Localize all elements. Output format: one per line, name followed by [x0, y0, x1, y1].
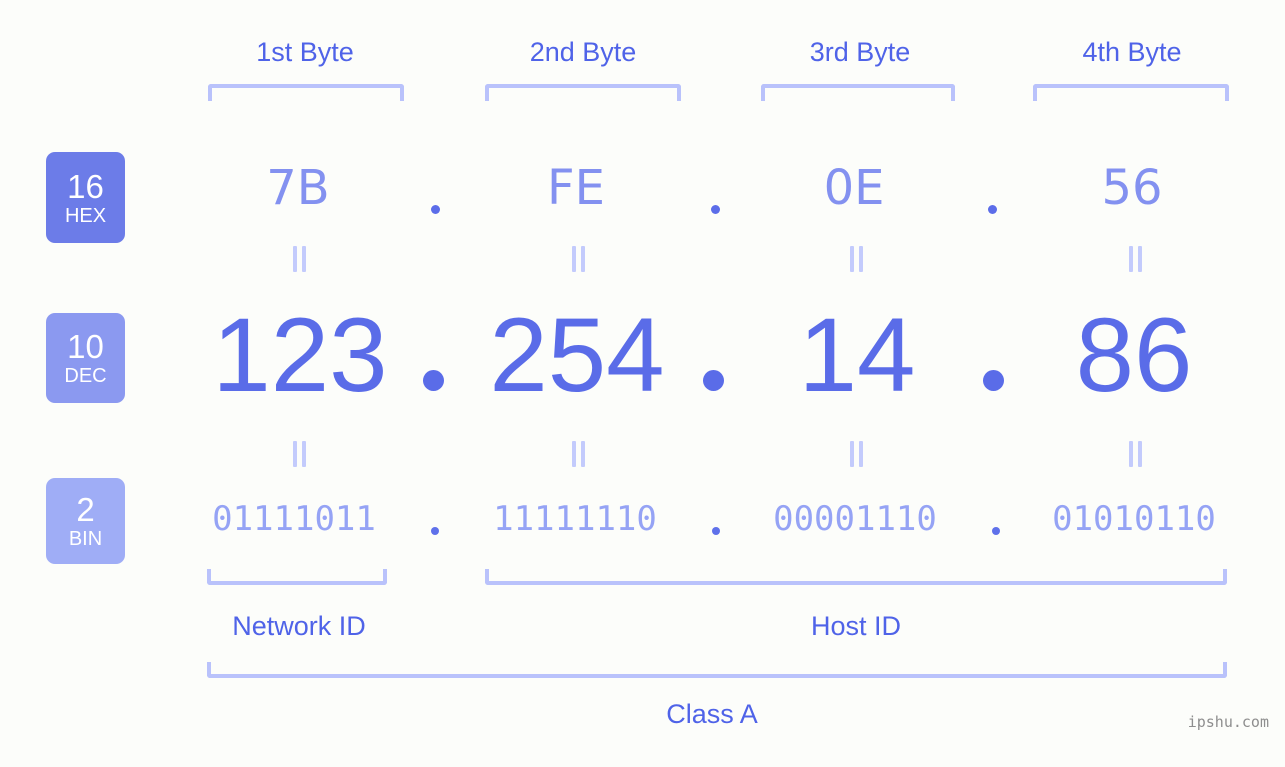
- byte-label-4: 4th Byte: [1082, 37, 1182, 67]
- label-host-id: Host ID: [810, 611, 902, 641]
- bracket-byte-3: [761, 84, 955, 101]
- bracket-host-id: [485, 569, 1227, 585]
- label-class: Class A: [666, 699, 758, 729]
- hex-dot-3: [988, 205, 997, 214]
- bin-value-1: 01111011: [212, 499, 376, 539]
- badge-bin-base: 2: [76, 491, 95, 528]
- badge-dec-base: 10: [67, 328, 104, 365]
- equals-icon-hex-dec-3: [847, 246, 865, 272]
- bin-value-4: 01010110: [1052, 499, 1216, 539]
- badge-hex-name: HEX: [64, 204, 107, 227]
- bin-dot-1: [431, 527, 439, 535]
- byte-label-2: 2nd Byte: [529, 37, 637, 67]
- badge-hex-base: 16: [67, 167, 104, 205]
- dec-dot-3: [983, 370, 1004, 391]
- dec-value-1: 123: [212, 297, 388, 414]
- dec-value-2: 254: [489, 297, 665, 414]
- badge-bin: 2 BIN: [46, 478, 125, 564]
- label-network-id: Network ID: [232, 611, 366, 641]
- hex-value-2: FE: [547, 160, 605, 216]
- bracket-network-id: [207, 569, 387, 585]
- dec-value-3: 14: [798, 297, 916, 414]
- hex-dot-2: [711, 205, 720, 214]
- equals-icon-dec-bin-1: [290, 441, 308, 467]
- equals-icon-hex-dec-1: [290, 246, 308, 272]
- equals-icon-dec-bin-2: [569, 441, 587, 467]
- bin-dot-2: [712, 527, 720, 535]
- bracket-byte-1: [208, 84, 404, 101]
- equals-icon-hex-dec-4: [1126, 246, 1144, 272]
- dec-dot-1: [423, 370, 444, 391]
- dec-value-4: 86: [1075, 297, 1193, 414]
- bin-value-2: 11111110: [493, 499, 657, 539]
- equals-icon-dec-bin-4: [1126, 441, 1144, 467]
- watermark: ipshu.com: [1187, 713, 1269, 731]
- hex-value-1: 7B: [266, 160, 330, 216]
- dec-dot-2: [703, 370, 724, 391]
- bracket-byte-4: [1033, 84, 1229, 101]
- badge-dec-name: DEC: [64, 365, 107, 387]
- bin-dot-3: [992, 527, 1000, 535]
- bracket-class: [207, 662, 1227, 678]
- byte-label-3: 3rd Byte: [809, 37, 911, 67]
- byte-label-1: 1st Byte: [256, 37, 354, 67]
- ip-breakdown-diagram: 16 HEX 10 DEC 2 BIN 1st Byte 2nd Byte 3r…: [0, 0, 1285, 767]
- bin-value-3: 00001110: [773, 499, 937, 539]
- equals-icon-dec-bin-3: [847, 441, 865, 467]
- bracket-byte-2: [485, 84, 681, 101]
- hex-value-4: 56: [1101, 160, 1163, 216]
- badge-bin-name: BIN: [68, 528, 103, 550]
- hex-dot-1: [431, 205, 440, 214]
- equals-icon-hex-dec-2: [569, 246, 587, 272]
- hex-value-3: 0E: [823, 160, 885, 216]
- badge-hex: 16 HEX: [46, 152, 125, 243]
- badge-dec: 10 DEC: [46, 313, 125, 403]
